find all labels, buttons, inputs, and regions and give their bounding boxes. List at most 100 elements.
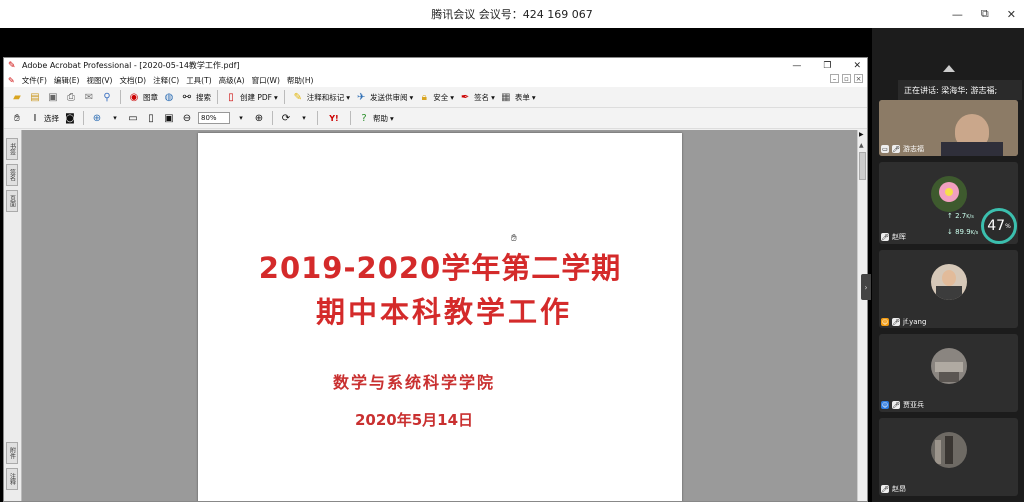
avatar xyxy=(931,348,967,384)
document-date: 2020年5月14日 xyxy=(354,411,474,429)
pdf-page: 2019-2020学年第二学期 期中本科教学工作 数学与系统科学学院 2020年… xyxy=(198,133,682,501)
attach-icon[interactable]: ⚲ xyxy=(100,90,114,104)
hand-tool-icon[interactable]: ✋︎ xyxy=(10,111,24,125)
toolbar-separator xyxy=(350,111,351,125)
tab-attachments[interactable]: 附件 xyxy=(6,442,18,464)
scroll-thumb[interactable] xyxy=(859,152,866,180)
acrobat-minimize-icon[interactable]: — xyxy=(792,61,801,71)
help-icon: ? xyxy=(361,112,367,124)
zoom-dropdown-icon[interactable]: ▾ xyxy=(234,111,248,125)
menu-edit[interactable]: 编辑(E) xyxy=(54,75,80,86)
zoom-level-input[interactable]: 80% xyxy=(198,112,230,124)
zoom-out-icon[interactable]: ⊖ xyxy=(180,111,194,125)
participant-name-tag: ☺ 🎤︎ 贾亚兵 xyxy=(881,400,924,410)
mdi-close-icon[interactable]: × xyxy=(854,74,863,83)
youdao-icon[interactable]: Y! xyxy=(324,111,344,125)
mic-icon: 🎤︎ xyxy=(892,318,900,326)
participant-tile-1[interactable]: ▭ 🎤︎ 游志福 xyxy=(879,100,1018,156)
tab-pages[interactable]: 页面 xyxy=(6,190,18,212)
menu-tools[interactable]: 工具(T) xyxy=(186,75,211,86)
vertical-scrollbar[interactable]: ▶ ▲ xyxy=(857,130,867,501)
organizer-icon[interactable]: ▤ xyxy=(28,90,42,104)
fit-width-icon[interactable]: ▣ xyxy=(162,111,176,125)
menu-comments[interactable]: 注释(C) xyxy=(153,75,179,86)
stamp-button[interactable]: ◉ 图章 xyxy=(127,90,158,104)
user-icon: ☺ xyxy=(881,318,889,326)
security-button[interactable]: 🔒︎ 安全 ▾ xyxy=(417,90,454,104)
mic-icon: 🎤︎ xyxy=(892,145,900,153)
menu-window[interactable]: 窗口(W) xyxy=(252,75,280,86)
toolbar-separator xyxy=(83,111,84,125)
toolbar-separator xyxy=(283,90,285,104)
menu-file[interactable]: 文件(F) xyxy=(22,75,47,86)
stamp-icon: ◉ xyxy=(129,91,139,103)
participant-name: 贾亚兵 xyxy=(903,401,924,409)
review-label: 发送供审阅 xyxy=(370,92,408,102)
scroll-up-icon[interactable] xyxy=(943,65,955,72)
acrobat-titlebar: ✎ Adobe Acrobat Professional - [2020-05-… xyxy=(4,58,867,73)
email-icon[interactable]: ✉ xyxy=(82,90,96,104)
participant-tile-4[interactable]: ☺ 🎤︎ 贾亚兵 xyxy=(879,334,1018,412)
participant-tile-5[interactable]: 🎤︎ 赵昂 xyxy=(879,418,1018,496)
menu-document[interactable]: 文档(D) xyxy=(119,75,146,86)
collapse-panel-button[interactable]: › xyxy=(861,274,871,300)
sign-label: 签名 xyxy=(474,92,490,102)
participant-name-tag: 🎤︎ 赵昂 xyxy=(881,484,906,494)
zoom-in-icon[interactable]: ⊕ xyxy=(252,111,266,125)
tab-signatures[interactable]: 签名 xyxy=(6,164,18,186)
doc-icon: ✎ xyxy=(8,75,15,85)
mdi-restore-icon[interactable]: ▫ xyxy=(842,74,851,83)
scroll-right-arrow-icon[interactable]: ▶ xyxy=(859,131,866,138)
help-label: 帮助 xyxy=(373,113,388,123)
comment-icon: ✎ xyxy=(293,91,302,103)
snapshot-icon[interactable]: ◙ xyxy=(63,111,77,125)
send-review-button[interactable]: ✈ 发送供审阅 ▾ xyxy=(354,90,413,104)
rotate-view-icon[interactable]: ⟳ xyxy=(279,111,293,125)
create-pdf-button[interactable]: ▯ 创建 PDF ▾ xyxy=(224,90,278,104)
actual-size-icon[interactable]: ▭ xyxy=(126,111,140,125)
globe-icon[interactable]: ◍ xyxy=(162,90,176,104)
toolbar-separator xyxy=(317,111,318,125)
print-icon[interactable]: ⎙ xyxy=(64,90,78,104)
document-school: 数学与系统科学学院 xyxy=(332,373,495,392)
menu-view[interactable]: 视图(V) xyxy=(86,75,112,86)
participant-name-tag: ▭ 🎤︎ 游志福 xyxy=(881,144,924,154)
close-button[interactable]: ✕ xyxy=(1007,8,1016,21)
participant-tile-2[interactable]: ↑ 2.7K/s ↓ 89.9K/s 47% 🎤︎ 赵晖 xyxy=(879,162,1018,244)
upload-speed: ↑ 2.7K/s xyxy=(947,212,974,220)
mdi-minimize-icon[interactable]: – xyxy=(830,74,839,83)
acrobat-close-icon[interactable]: ✕ xyxy=(853,61,861,71)
tab-bookmarks[interactable]: 书签 xyxy=(6,138,18,160)
avatar xyxy=(931,264,967,300)
menu-advanced[interactable]: 高级(A) xyxy=(219,75,245,86)
fit-page-icon[interactable]: ▯ xyxy=(144,111,158,125)
rotate-dropdown-icon[interactable]: ▾ xyxy=(297,111,311,125)
avatar xyxy=(931,176,967,212)
help-button[interactable]: ? 帮助 ▾ xyxy=(357,111,393,125)
sign-button[interactable]: ✒ 签名 ▾ xyxy=(458,90,495,104)
document-workarea[interactable]: 书签 签名 页面 附件 注释 2019-2020学年第二学期 期中本科教学工作 … xyxy=(4,130,867,501)
cpu-usage-gauge: 47% xyxy=(981,208,1017,244)
restore-button[interactable]: ⧉ xyxy=(981,7,989,21)
open-folder-icon[interactable]: ▰ xyxy=(10,90,24,104)
participant-tile-3[interactable]: ☺ 🎤︎ jf.yang xyxy=(879,250,1018,328)
create-pdf-icon: ▯ xyxy=(228,91,234,103)
menu-help[interactable]: 帮助(H) xyxy=(287,75,314,86)
dropdown-icon[interactable]: ▾ xyxy=(108,111,122,125)
mic-icon: 🎤︎ xyxy=(881,485,889,493)
participant-name-tag: 🎤︎ 赵晖 xyxy=(881,232,906,242)
search-button[interactable]: ⚯ 搜索 xyxy=(180,90,211,104)
save-icon[interactable]: ▣ xyxy=(46,90,60,104)
zoom-tool-icon[interactable]: ⊕ xyxy=(90,111,104,125)
forms-label: 表单 xyxy=(514,92,530,102)
forms-button[interactable]: ▦ 表单 ▾ xyxy=(499,90,536,104)
acrobat-window-title: Adobe Acrobat Professional - [2020-05-14… xyxy=(22,61,240,70)
minimize-button[interactable]: — xyxy=(952,8,963,21)
select-tool-button[interactable]: I 选择 xyxy=(28,111,59,125)
acrobat-restore-icon[interactable]: ❐ xyxy=(823,61,831,71)
tab-comments[interactable]: 注释 xyxy=(6,468,18,490)
toolbar-secondary: ✋︎ I 选择 ◙ ⊕ ▾ ▭ ▯ ▣ ⊖ 80% ▾ ⊕ ⟳ ▾ Y! ? 帮助 … xyxy=(4,108,867,129)
scroll-up-arrow-icon[interactable]: ▲ xyxy=(859,142,866,149)
comment-markup-button[interactable]: ✎ 注释和标记 ▾ xyxy=(291,90,350,104)
mic-icon: 🎤︎ xyxy=(892,401,900,409)
